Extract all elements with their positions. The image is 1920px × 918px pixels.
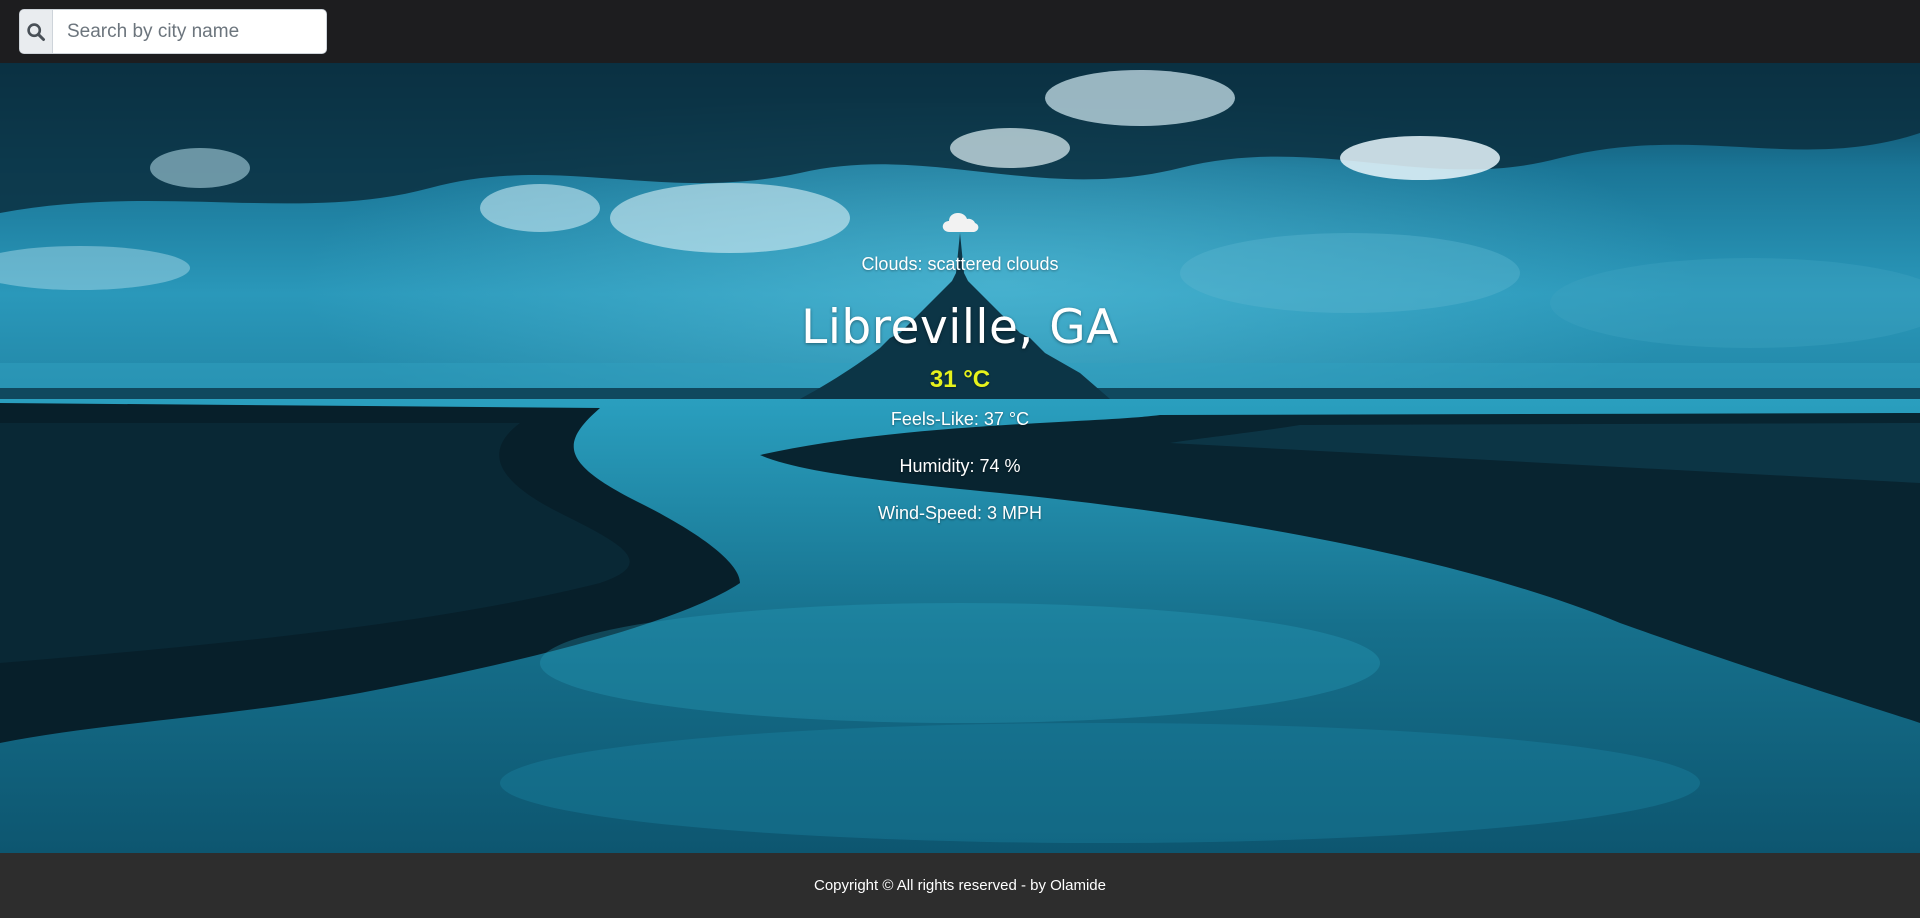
- search-input[interactable]: [53, 10, 326, 53]
- copyright-text: Copyright © All rights reserved - by Ola…: [814, 877, 1106, 894]
- humidity: Humidity: 74 %: [899, 456, 1021, 476]
- top-navbar: [0, 0, 1920, 63]
- wind-speed: Wind-Speed: 3 MPH: [877, 503, 1043, 523]
- weather-condition: Clouds: scattered clouds: [861, 254, 1059, 274]
- feels-like: Feels-Like: 37 °C: [890, 409, 1030, 429]
- cloud-icon: [940, 208, 980, 236]
- search-icon: [27, 22, 45, 41]
- search-button[interactable]: [20, 10, 53, 53]
- search-bar: [19, 9, 327, 54]
- city-name: Libreville, GA: [801, 300, 1119, 355]
- temperature: 31 °C: [929, 366, 991, 393]
- footer: Copyright © All rights reserved - by Ola…: [0, 853, 1920, 918]
